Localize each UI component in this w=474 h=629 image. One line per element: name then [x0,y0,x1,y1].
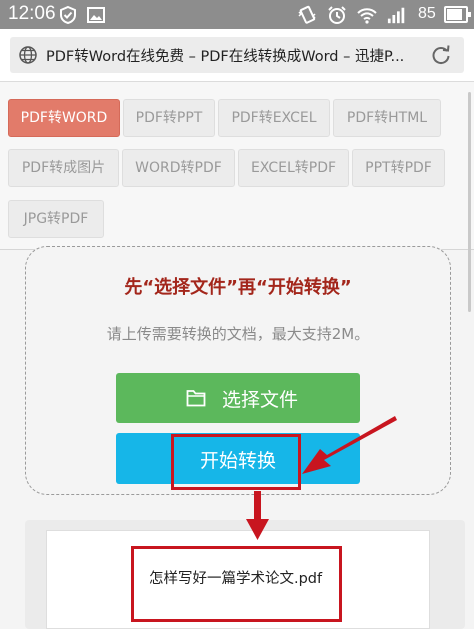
image-icon [87,7,105,23]
status-time: 12:06 [8,3,56,24]
select-file-label: 选择文件 [222,389,299,411]
upload-hint: 请上传需要转换的文档，最大支持2M。 [106,325,370,343]
select-file-button[interactable]: 选择文件 [116,373,360,423]
wifi-icon [357,8,377,24]
tab-excel-to-pdf[interactable]: EXCEL转PDF [238,149,349,187]
conversion-tabs: PDF转WORD PDF转PPT PDF转EXCEL PDF转HTML PDF转… [0,82,474,250]
upload-title: 先“选择文件”再“开始转换” [124,277,352,298]
tab-pdf-to-image[interactable]: PDF转成图片 [8,149,119,187]
reload-icon[interactable] [430,44,452,66]
folder-icon [186,390,206,407]
url-field[interactable]: PDF转Word在线免费 – PDF在线转换成Word – 迅捷P... [10,37,464,73]
tab-ppt-to-pdf[interactable]: PPT转PDF [352,149,445,187]
convert-highlight-box [171,434,301,490]
tab-pdf-to-ppt[interactable]: PDF转PPT [123,99,215,137]
status-bar: 12:06 85 [0,0,474,29]
battery-fill [447,9,463,20]
tab-pdf-to-word[interactable]: PDF转WORD [8,99,120,137]
tab-jpg-to-pdf[interactable]: JPG转PDF [8,200,104,238]
page-scrollbar[interactable] [468,92,471,312]
battery-icon [444,6,471,23]
file-highlight-box [131,546,342,622]
battery-level: 85 [418,5,436,22]
vibrate-icon [298,5,316,24]
tab-pdf-to-html[interactable]: PDF转HTML [333,99,441,137]
shield-icon [60,5,76,25]
signal-icon [387,7,405,24]
globe-icon [19,46,37,64]
alarm-icon [328,6,346,24]
tab-word-to-pdf[interactable]: WORD转PDF [122,149,235,187]
tab-pdf-to-excel[interactable]: PDF转EXCEL [218,99,330,137]
browser-address-bar: PDF转Word在线免费 – PDF在线转换成Word – 迅捷P... [0,29,474,82]
url-text: PDF转Word在线免费 – PDF在线转换成Word – 迅捷P... [46,49,405,65]
